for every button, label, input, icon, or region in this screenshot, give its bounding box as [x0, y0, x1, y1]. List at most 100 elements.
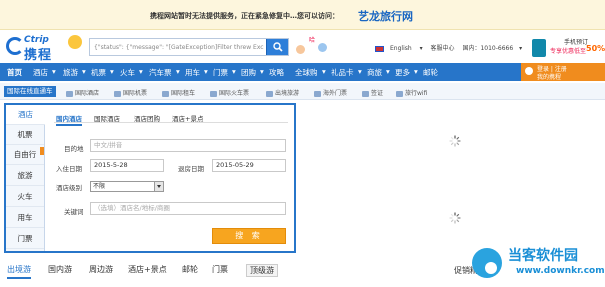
mascot-face-icon	[318, 43, 327, 52]
nav-item-groupbuy[interactable]: 团购	[241, 67, 256, 78]
checkin-label: 入住日期	[56, 165, 82, 173]
checkin-date-input[interactable]: 2015-5-28	[90, 159, 164, 172]
user-login-box[interactable]: 登录 | 注册 我的携程	[521, 63, 605, 81]
side-item-flight[interactable]: 机票	[6, 125, 44, 145]
keyword-input[interactable]: （选填）酒店名/地标/商圈	[90, 202, 286, 215]
chevron-down-icon: ▾	[139, 67, 143, 76]
side-item-ticket[interactable]: 门票	[6, 229, 44, 249]
nav-item-flight[interactable]: 机票	[91, 67, 106, 78]
nav-item-ticket[interactable]: 门票	[213, 67, 228, 78]
nav-item-giftcard[interactable]: 礼品卡	[331, 67, 354, 78]
checkout-label: 退房日期	[178, 165, 204, 173]
tab-hotel-groupbuy[interactable]: 酒店团购	[134, 113, 160, 123]
tab-nearby-tour[interactable]: 周边游	[89, 264, 113, 275]
plane-icon	[114, 90, 121, 97]
nav-item-more[interactable]: 更多	[395, 67, 410, 78]
tab-domestic-hotel[interactable]: 国内酒店	[56, 113, 82, 126]
nav-item-bus[interactable]: 汽车票	[149, 67, 172, 78]
tab-domestic-tour[interactable]: 国内游	[48, 264, 72, 275]
chevron-down-icon: ▾	[232, 67, 236, 76]
subnav-item-wifi[interactable]: 旅行wifi	[396, 88, 427, 97]
hotel-search-button[interactable]: 搜 索	[212, 228, 286, 244]
tab-cruise[interactable]: 邮轮	[182, 264, 198, 275]
chevron-down-icon: ▾	[110, 67, 114, 76]
service-notice-banner: 携程网站暂时无法提供服务，正在紧急修复中…您可以访问： 艺龙旅行网	[0, 0, 605, 30]
subnav-item-overseas-ticket[interactable]: 海外门票	[314, 88, 347, 97]
hotel-search-panel: 酒店 机票 自由行 旅游 火车 用车 门票 国内酒店 国际酒店 酒店团购 酒店+…	[4, 103, 296, 253]
subnav-item-intl-car[interactable]: 国际租车	[162, 88, 195, 97]
subnav-item-intl-hotel[interactable]: 国际酒店	[66, 88, 99, 97]
mobile-app-promo[interactable]: 手机预订 专享优惠低至 50%	[528, 35, 605, 61]
tab-hotel-spot[interactable]: 酒店+景点	[128, 264, 167, 275]
watermark-name: 当客软件园	[508, 248, 578, 264]
tab-intl-hotel[interactable]: 国际酒店	[94, 113, 120, 123]
nav-item-hotel[interactable]: 酒店	[33, 67, 48, 78]
tab-luxury-tour[interactable]: 顶级游	[246, 264, 278, 277]
nav-item-guide[interactable]: 攻略	[269, 67, 284, 78]
car-icon	[162, 90, 169, 97]
keyword-label: 关键词	[64, 208, 84, 216]
chevron-down-icon: ▾	[386, 67, 390, 76]
language-switch[interactable]: English ▾	[375, 45, 423, 52]
nav-item-train[interactable]: 火车	[120, 67, 135, 78]
watermark-logo-icon	[472, 248, 502, 278]
nav-item-travel[interactable]: 旅游	[63, 67, 78, 78]
chevron-down-icon[interactable]: ▾	[519, 45, 522, 52]
phone-icon	[532, 39, 546, 57]
side-item-free-travel[interactable]: 自由行	[6, 145, 44, 165]
search-button[interactable]	[266, 39, 288, 55]
subnav-item-intl-train[interactable]: 国际火车票	[210, 88, 249, 97]
side-item-hotel[interactable]: 酒店	[6, 105, 45, 125]
star-select[interactable]: 不限	[90, 181, 164, 192]
logo-swirl-icon	[6, 37, 24, 55]
subnav-current: 国际在线直通车	[4, 86, 56, 97]
mascot-illustration: 哈	[296, 35, 330, 59]
chevron-down-icon: ▾	[82, 67, 86, 76]
chevron-down-icon: ▾	[176, 67, 180, 76]
ctrip-logo[interactable]: Ctrip 携程	[6, 35, 86, 63]
side-item-train[interactable]: 火车	[6, 187, 44, 207]
ticket-icon	[314, 90, 321, 97]
subnav-item-intl-flight[interactable]: 国际机票	[114, 88, 147, 97]
logo-sun-icon	[68, 35, 82, 49]
watermark: 当客软件园 www.downkr.com	[468, 242, 605, 287]
chevron-down-icon: ▾	[322, 67, 326, 76]
tab-hotel-plus-spot[interactable]: 酒店+景点	[172, 113, 203, 123]
nav-item-home[interactable]: 首页	[7, 67, 22, 78]
hotel-icon	[66, 90, 73, 97]
site-header: Ctrip 携程 {"status": {"message": "[GateEx…	[0, 30, 605, 63]
chevron-down-icon: ▾	[260, 67, 264, 76]
my-ctrip-link[interactable]: 我的携程	[537, 72, 561, 81]
product-side-menu: 酒店 机票 自由行 旅游 火车 用车 门票	[6, 105, 45, 251]
hotel-tabs: 国内酒店 国际酒店 酒店团购 酒店+景点	[54, 111, 288, 126]
tab-ticket[interactable]: 门票	[212, 264, 228, 275]
service-center-link[interactable]: 客服中心	[431, 45, 455, 52]
nav-item-car[interactable]: 用车	[185, 67, 200, 78]
search-input[interactable]: {"status": {"message": "[GateException]F…	[94, 44, 264, 51]
luggage-icon	[266, 90, 273, 97]
chevron-down-icon: ▾	[414, 67, 418, 76]
side-item-tour[interactable]: 旅游	[6, 166, 44, 186]
chevron-down-icon	[154, 182, 163, 191]
subnav-item-visa[interactable]: 签证	[362, 88, 383, 97]
site-search-box[interactable]: {"status": {"message": "[GateException]F…	[89, 38, 289, 56]
nav-item-global-shop[interactable]: 全球购	[295, 67, 318, 78]
tab-outbound-tour[interactable]: 出境游	[7, 264, 31, 279]
loading-spinner-icon	[449, 212, 461, 224]
app-promo-percent: 50%	[586, 44, 605, 53]
train-icon	[210, 90, 217, 97]
elong-link[interactable]: 艺龙旅行网	[358, 8, 413, 24]
app-promo-subtitle: 专享优惠低至	[550, 48, 587, 55]
app-promo-title: 手机预订	[564, 39, 589, 46]
nav-item-business[interactable]: 商旅	[367, 67, 382, 78]
loading-spinner-icon	[449, 135, 461, 147]
top-links: English ▾ 客服中心 国内：1010-6666 ▾	[375, 43, 528, 52]
side-item-car[interactable]: 用车	[6, 208, 44, 228]
nav-item-cruise[interactable]: 邮轮	[423, 67, 438, 78]
subnav-item-outbound[interactable]: 出境旅游	[266, 88, 299, 97]
uk-flag-icon	[375, 45, 384, 52]
international-subnav: 国际在线直通车 国际酒店 国际机票 国际租车 国际火车票 出境旅游 海外门票 签…	[0, 83, 605, 100]
chevron-down-icon: ▾	[52, 67, 56, 76]
checkout-date-input[interactable]: 2015-05-29	[212, 159, 286, 172]
destination-input[interactable]: 中文/拼音	[90, 139, 286, 152]
